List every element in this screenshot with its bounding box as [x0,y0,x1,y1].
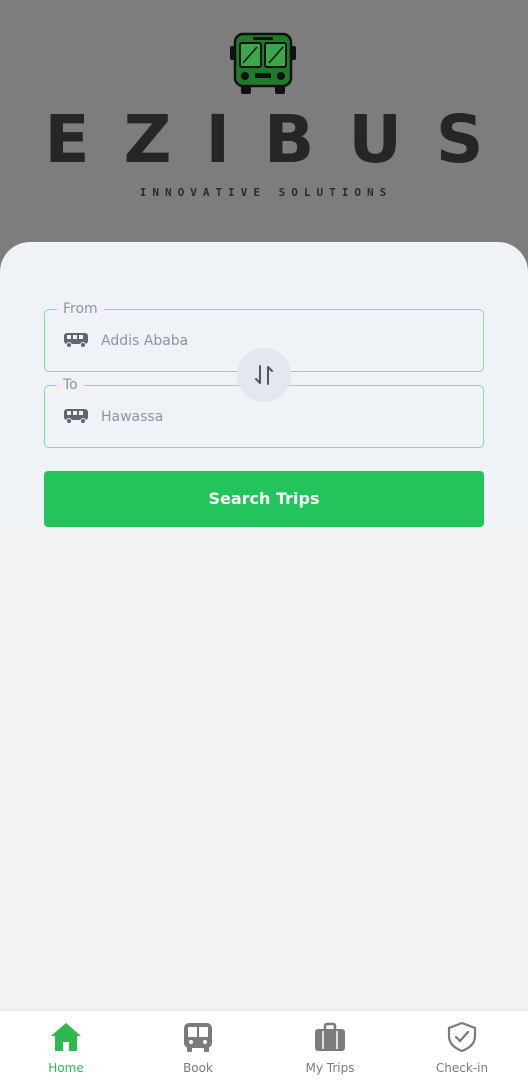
bottom-nav: Home Book My Trips Check-in [0,1010,528,1080]
nav-item-my-trips[interactable]: My Trips [264,1011,396,1080]
nav-item-book[interactable]: Book [132,1011,264,1080]
bus-icon [184,1023,212,1052]
brand-name: EZIBUS [44,101,518,178]
briefcase-icon [315,1022,345,1051]
from-label: From [57,300,104,318]
nav-label: Check-in [435,1061,489,1075]
home-icon [51,1023,81,1051]
bus-icon [64,333,88,348]
nav-item-home[interactable]: Home [0,1011,132,1080]
brand-tagline: INNOVATIVE SOLUTIONS [139,186,393,199]
nav-label: Home [48,1061,84,1075]
search-trips-button[interactable]: Search Trips [44,471,484,527]
swap-button[interactable] [237,348,291,402]
to-label: To [57,376,84,394]
nav-label: Book [183,1061,213,1075]
nav-label: My Trips [305,1061,355,1075]
from-value: Addis Ababa [101,333,189,349]
to-value: Hawassa [101,409,164,425]
shield-check-icon [447,1021,477,1053]
swap-vertical-icon [255,365,273,385]
bus-logo-icon [230,32,296,94]
bus-icon [64,409,88,424]
nav-item-check-in[interactable]: Check-in [396,1011,528,1080]
